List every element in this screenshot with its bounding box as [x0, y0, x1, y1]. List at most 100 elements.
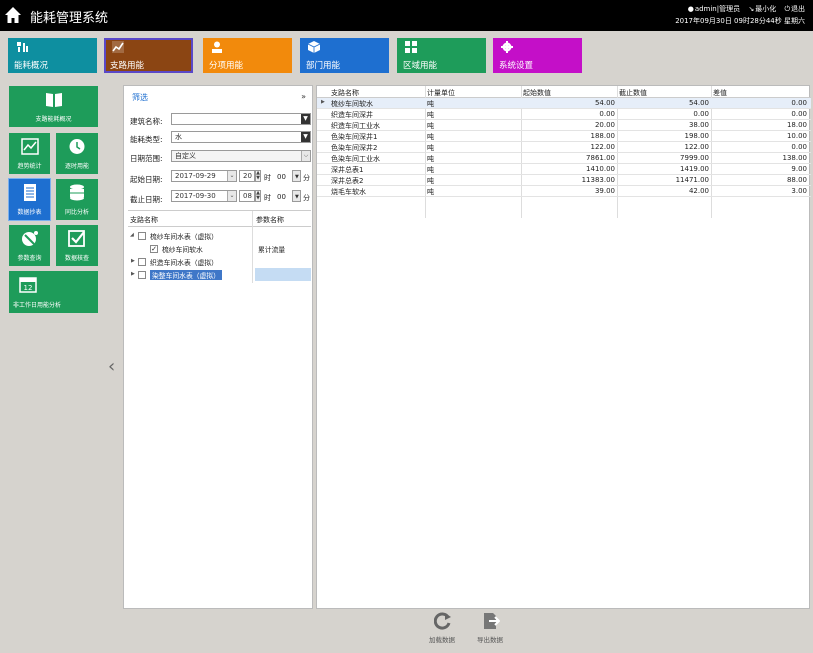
nav-department-energy[interactable]: 部门用能 [300, 38, 389, 73]
start-date-picker[interactable]: 2017-09-29 ⌄ [171, 170, 237, 182]
tree-row[interactable]: ◢ 梳纱车间水表（虚拟） [128, 229, 311, 242]
person-icon [212, 41, 222, 53]
sidebar-item-label: 逐时用能 [64, 163, 89, 170]
filter-panel: 筛选 » 建筑名称: ▼ 能耗类型: 水 ▼ 日期范围: 自定义 ⌵ 起始日期:… [123, 85, 313, 609]
table-row[interactable]: 深井总表1 吨 1410.00 1419.00 9.00 [317, 164, 811, 175]
end-hour-input[interactable]: 08 [239, 190, 255, 202]
grid-col-unit[interactable]: 计量单位 [427, 88, 455, 98]
tree-label: 梳纱车间软水 [162, 246, 203, 254]
sidebar-item-trend[interactable]: 趋势统计 [9, 133, 50, 174]
sidebar-item-nonworkday-analysis[interactable]: 12 非工作日用能分析 [9, 271, 98, 313]
nav-label: 系统设置 [499, 61, 534, 71]
table-row[interactable]: 色染车间深井1 吨 188.00 198.00 10.00 [317, 131, 811, 142]
nav-label: 分项用能 [209, 61, 244, 71]
table-cell: 织造车间工业水 [331, 122, 380, 130]
table-row[interactable]: 烧毛车软水 吨 39.00 42.00 3.00 [317, 186, 811, 197]
exit-button[interactable]: 退出 [791, 5, 805, 13]
clock-icon [69, 139, 85, 154]
export-data-button[interactable]: 导出数据 [470, 611, 510, 649]
tree-checkbox[interactable] [138, 232, 146, 240]
table-cell: 20.00 [594, 121, 615, 129]
tree-checkbox[interactable] [138, 258, 146, 266]
calendar-dropdown-icon: ⌄ [227, 171, 236, 181]
tree-row-selected[interactable]: ▶ 染整车间水表（虚拟） [128, 268, 311, 281]
nav-branch-energy[interactable]: 支路用能 [104, 38, 193, 73]
table-cell: 198.00 [684, 132, 710, 140]
tree-row[interactable]: ✓ 梳纱车间软水 累计流量 [128, 242, 311, 255]
end-hour-spinner[interactable]: ▲ ▼ [255, 190, 261, 202]
start-hour-input[interactable]: 20 [239, 170, 255, 182]
sidebar-item-hourly[interactable]: 逐时用能 [56, 133, 98, 174]
nav-itemized-energy[interactable]: 分项用能 [203, 38, 292, 73]
table-cell: 1410.00 [586, 165, 615, 173]
tree-label: 织造车间水表（虚拟） [150, 259, 218, 267]
end-date-picker[interactable]: 2017-09-30 ⌄ [171, 190, 237, 202]
datetime-label: 2017年09月30日 09时28分44秒 星期六 [675, 17, 805, 25]
load-data-button[interactable]: 加载数据 [422, 611, 462, 649]
table-cell: 11471.00 [675, 176, 709, 184]
table-row[interactable]: 织造车间深井 吨 0.00 0.00 0.00 [317, 109, 811, 120]
minimize-button[interactable]: 最小化 [755, 5, 776, 13]
table-row[interactable]: 色染车间深井2 吨 122.00 122.00 0.00 [317, 142, 811, 153]
sidebar-item-meter-reading[interactable]: 数据抄表 [8, 178, 51, 221]
table-cell: 38.00 [688, 121, 709, 129]
table-cell: 9.00 [791, 165, 807, 173]
tree-label: 梳纱车间水表（虚拟） [150, 233, 218, 241]
end-minute-dropdown[interactable]: ▼ [292, 190, 301, 202]
filter-collapse-button[interactable]: » [301, 92, 306, 101]
table-row[interactable]: 色染车间工业水 吨 7861.00 7999.00 138.00 [317, 153, 811, 164]
date-range-select[interactable]: 自定义 ⌵ [171, 150, 311, 162]
energy-type-value: 水 [175, 133, 182, 141]
nav-area-energy[interactable]: 区域用能 [397, 38, 486, 73]
grid-col-end[interactable]: 截止数值 [619, 88, 647, 98]
sidebar-item-data-check[interactable]: 数据核查 [56, 225, 98, 266]
grid-col-start[interactable]: 起始数值 [523, 88, 551, 98]
sidebar-item-label: 参数查询 [17, 255, 42, 262]
tree-checkbox[interactable] [138, 271, 146, 279]
date-range-value: 自定义 [175, 152, 196, 160]
dropdown-arrow-icon: ▼ [301, 114, 310, 124]
calendar-icon: 12 [19, 277, 37, 293]
table-row[interactable]: 深井总表2 吨 11383.00 11471.00 88.00 [317, 175, 811, 186]
table-cell: 深井总表1 [331, 166, 364, 174]
expand-icon[interactable]: ▶ [131, 271, 135, 277]
grid-col-diff[interactable]: 差值 [713, 88, 727, 98]
satellite-icon [21, 231, 38, 246]
tree-row[interactable]: ▶ 织造车间水表（虚拟） [128, 255, 311, 268]
expand-icon[interactable]: ▶ [131, 258, 135, 264]
power-icon[interactable]: ⏻ [784, 5, 790, 13]
table-cell: 色染车间工业水 [331, 155, 380, 163]
table-cell: 色染车间深井1 [331, 133, 378, 141]
table-cell: 0.00 [599, 110, 615, 118]
sidebar-item-branch-overview[interactable]: 支路能耗概况 [9, 86, 98, 127]
tree-checkbox-checked[interactable]: ✓ [150, 245, 158, 253]
table-cell: 吨 [427, 177, 434, 185]
minimize-icon[interactable]: ↘ [748, 5, 754, 13]
table-row[interactable]: 织造车间工业水 吨 20.00 38.00 18.00 [317, 120, 811, 131]
energy-type-select[interactable]: 水 ▼ [171, 131, 311, 143]
building-select[interactable]: ▼ [171, 113, 311, 125]
table-cell: 吨 [427, 100, 434, 108]
table-row[interactable]: ▶ 梳纱车间软水 吨 54.00 54.00 0.00 [317, 98, 811, 109]
table-cell: 0.00 [693, 110, 709, 118]
start-hour-spinner[interactable]: ▲ ▼ [255, 170, 261, 182]
table-cell: 吨 [427, 166, 434, 174]
sidebar-item-yoy-analysis[interactable]: 同比分析 [56, 179, 98, 220]
table-cell: 吨 [427, 122, 434, 130]
building-label: 建筑名称: [130, 117, 163, 126]
dropdown-arrow-icon: ⌵ [301, 151, 310, 161]
nav-system-settings[interactable]: 系统设置 [493, 38, 582, 73]
table-cell: 11383.00 [581, 176, 615, 184]
book-icon [45, 93, 62, 107]
home-icon[interactable] [4, 6, 22, 24]
nav-label: 区域用能 [403, 61, 438, 71]
grid-col-branch[interactable]: 支路名称 [331, 88, 359, 98]
nav-energy-overview[interactable]: 能耗概况 [8, 38, 97, 73]
collapse-chevron-icon[interactable]: ‹ [108, 356, 115, 377]
dropdown-arrow-icon: ▼ [301, 132, 310, 142]
sidebar-item-param-query[interactable]: 参数查询 [9, 225, 50, 266]
start-minute-dropdown[interactable]: ▼ [292, 170, 301, 182]
table-cell: 吨 [427, 133, 434, 141]
table-cell: 88.00 [786, 176, 807, 184]
collapse-icon[interactable]: ◢ [130, 232, 134, 238]
